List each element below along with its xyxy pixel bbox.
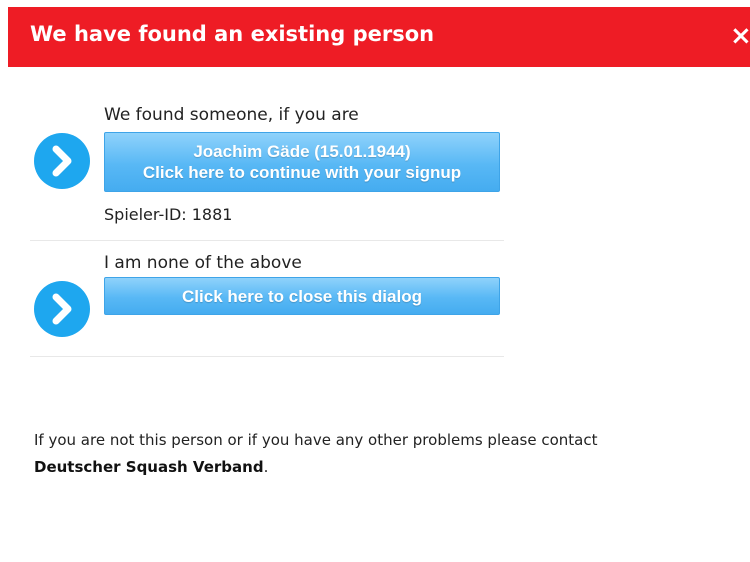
close-dialog-button[interactable]: Click here to close this dialog	[104, 277, 500, 315]
option-label: I am none of the above	[104, 253, 302, 273]
chevron-right-circle-icon[interactable]	[34, 281, 90, 337]
chevron-right-icon	[52, 145, 72, 177]
continue-signup-label: Click here to continue with your signup	[142, 163, 462, 182]
contact-suffix: .	[263, 458, 269, 476]
option-found-person: We found someone, if you are Joachim Gäd…	[30, 105, 504, 240]
chevron-right-icon	[52, 293, 72, 325]
dialog-header: We have found an existing person ×	[8, 7, 750, 67]
option-none-of-above: I am none of the above Click here to clo…	[30, 241, 504, 356]
person-name-date: Joachim Gäde (15.01.1944)	[193, 142, 411, 161]
close-icon[interactable]: ×	[730, 21, 750, 51]
close-dialog-label: Click here to close this dialog	[182, 287, 422, 306]
continue-signup-button[interactable]: Joachim Gäde (15.01.1944) Click here to …	[104, 132, 500, 192]
chevron-right-circle-icon[interactable]	[34, 133, 90, 189]
organization-name: Deutscher Squash Verband	[34, 458, 264, 476]
contact-text: If you are not this person or if you hav…	[34, 431, 598, 449]
player-id: Spieler-ID: 1881	[104, 205, 233, 224]
divider	[30, 356, 504, 357]
option-label: We found someone, if you are	[104, 105, 359, 125]
dialog-title: We have found an existing person	[30, 22, 435, 46]
contact-message: If you are not this person or if you hav…	[34, 427, 734, 481]
